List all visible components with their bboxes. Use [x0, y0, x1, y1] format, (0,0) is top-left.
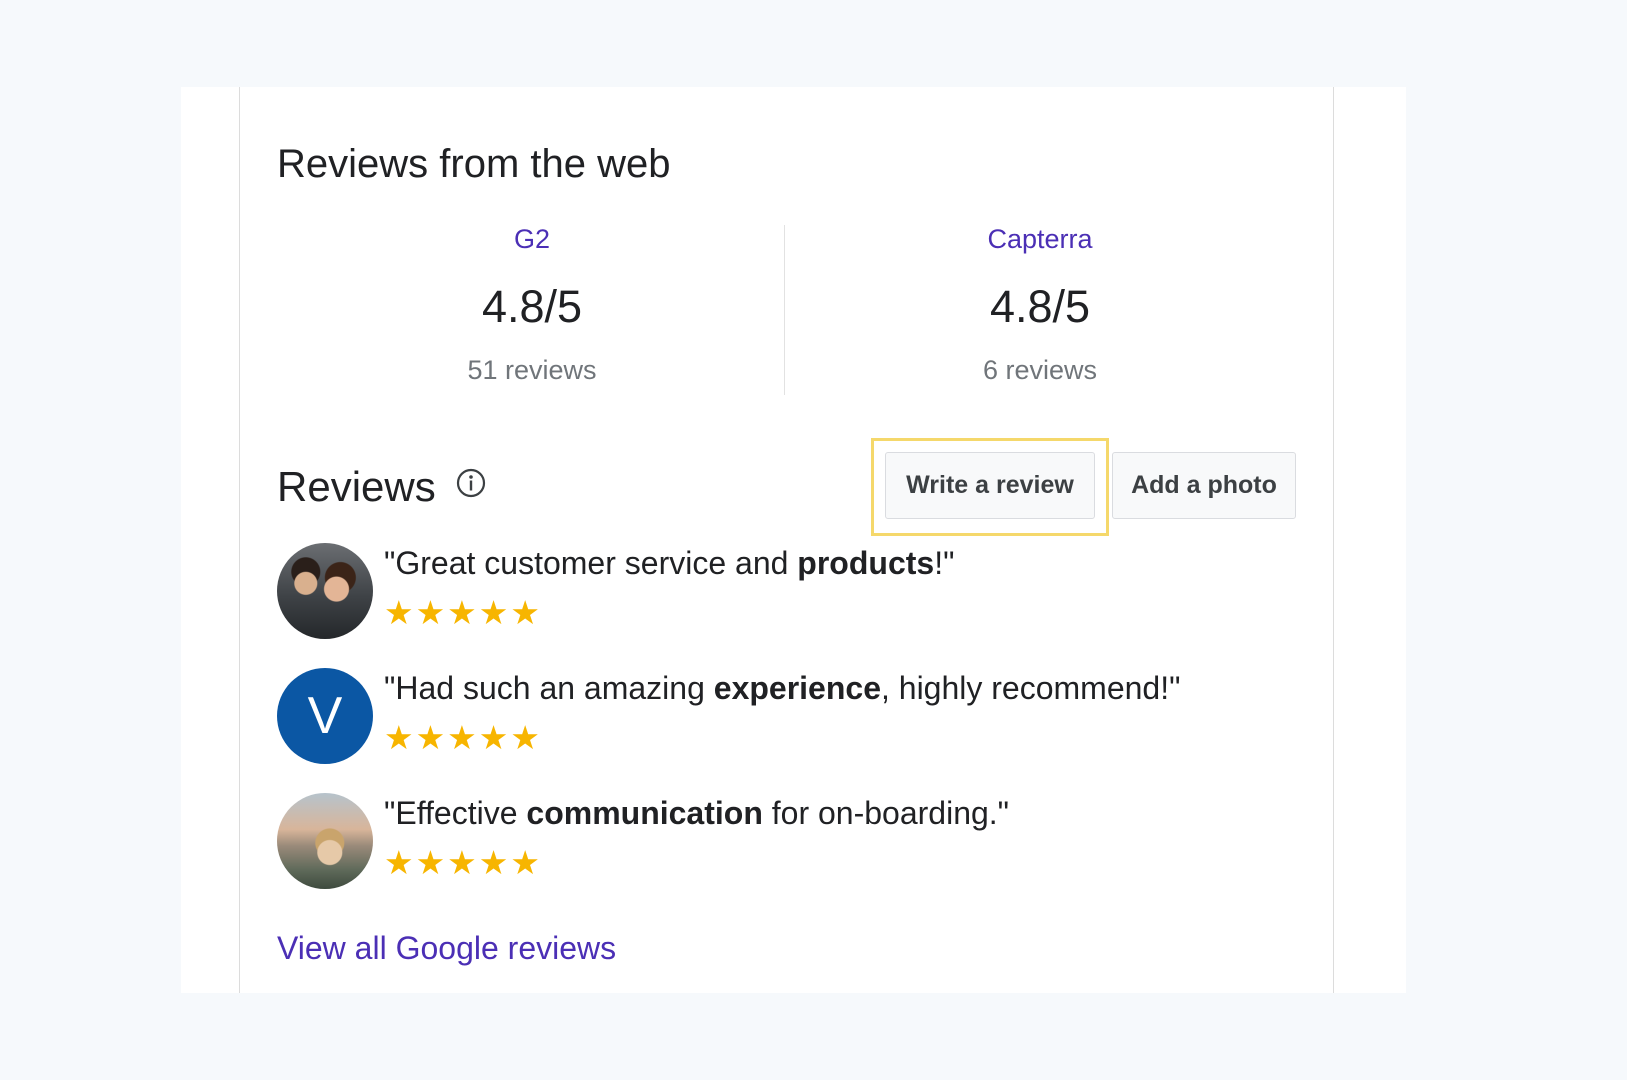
review-keyword: products [797, 545, 935, 581]
source-review-count: 51 reviews [467, 355, 597, 385]
review-quote: "Effective communication for on-boarding… [384, 795, 1010, 831]
source-score: 4.8/5 [989, 281, 1091, 332]
review-quote: "Great customer service and products!" [384, 545, 955, 581]
source-link-capterra[interactable]: Capterra [890, 222, 1190, 256]
review-keyword: experience [713, 670, 881, 706]
add-photo-button[interactable]: Add a photo [1112, 452, 1296, 519]
reviewer-avatar [277, 793, 373, 889]
view-all-reviews-link[interactable]: View all Google reviews [277, 928, 616, 968]
reviewer-avatar [277, 543, 373, 639]
review-source-capterra: Capterra 4.8/5 6 reviews [890, 222, 1190, 387]
star-rating: ★★★★★ [384, 844, 542, 881]
review-source-g2: G2 4.8/5 51 reviews [382, 222, 682, 387]
review-quote: "Had such an amazing experience, highly … [384, 670, 1181, 706]
source-review-count: 6 reviews [982, 355, 1098, 385]
reviews-heading: Reviews [277, 463, 436, 510]
star-rating: ★★★★★ [384, 719, 542, 756]
info-icon[interactable] [456, 468, 486, 498]
web-reviews-title: Reviews from the web [277, 142, 671, 186]
source-divider [784, 225, 785, 395]
source-link-g2[interactable]: G2 [382, 222, 682, 256]
star-rating: ★★★★★ [384, 594, 542, 631]
source-score: 4.8/5 [481, 281, 583, 332]
review-keyword: communication [526, 795, 763, 831]
info-circle-icon [456, 468, 486, 498]
reviewer-avatar: V [277, 668, 373, 764]
write-review-button[interactable]: Write a review [885, 452, 1095, 519]
